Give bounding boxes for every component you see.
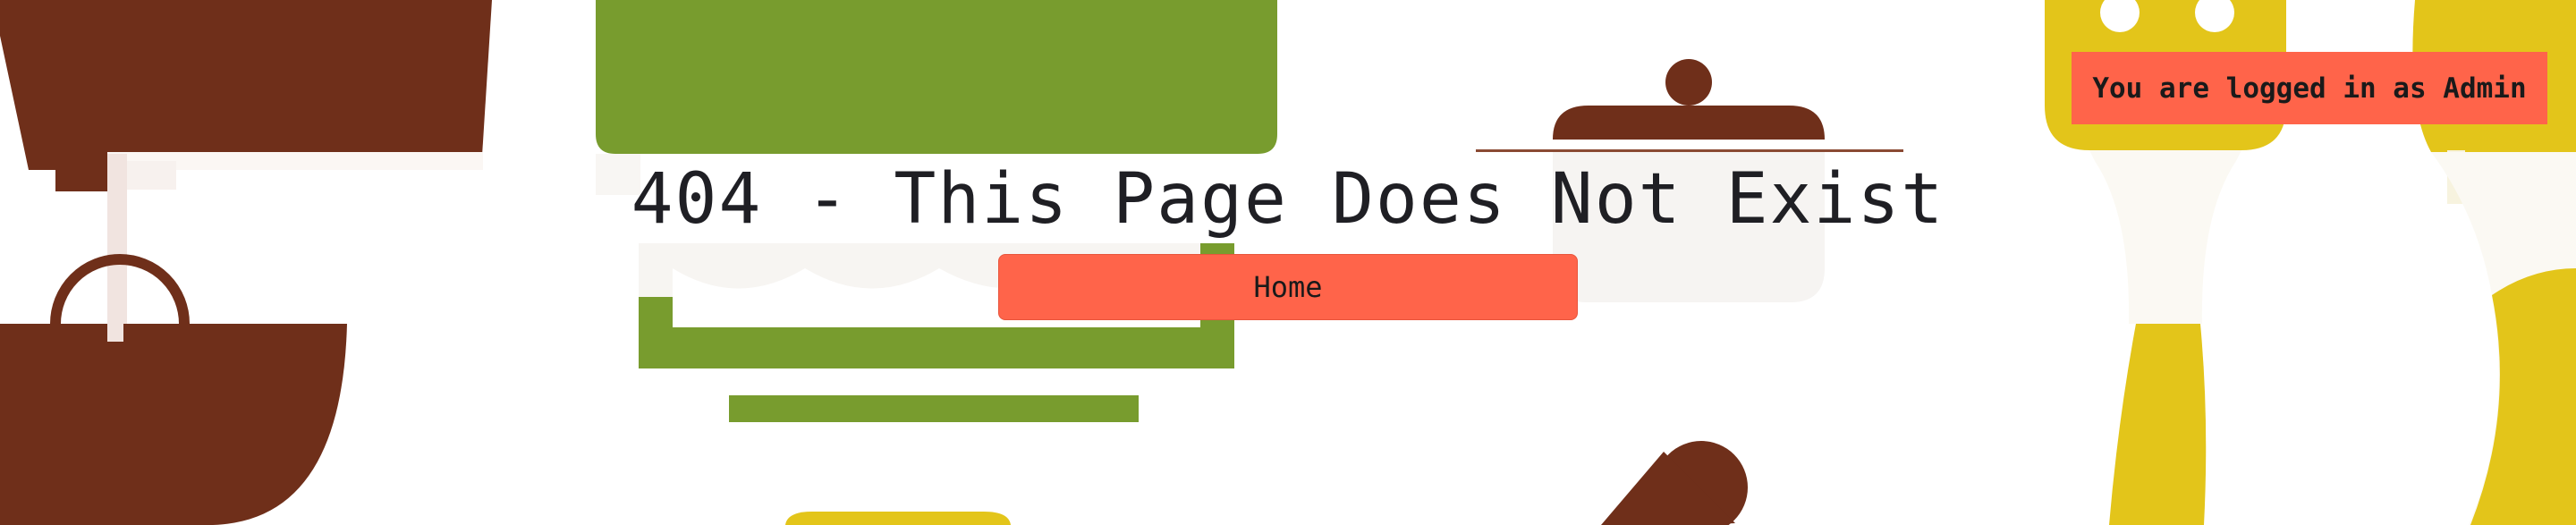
stand-mixer-illustration [0,0,492,525]
rolling-pin-illustration [1601,441,1748,525]
login-status-badge: You are logged in as Admin [2072,52,2547,124]
home-button[interactable]: Home [998,254,1578,320]
page-title: 404 - This Page Does Not Exist [631,159,1945,240]
not-found-page: You are logged in as Admin 404 - This Pa… [0,0,2576,525]
